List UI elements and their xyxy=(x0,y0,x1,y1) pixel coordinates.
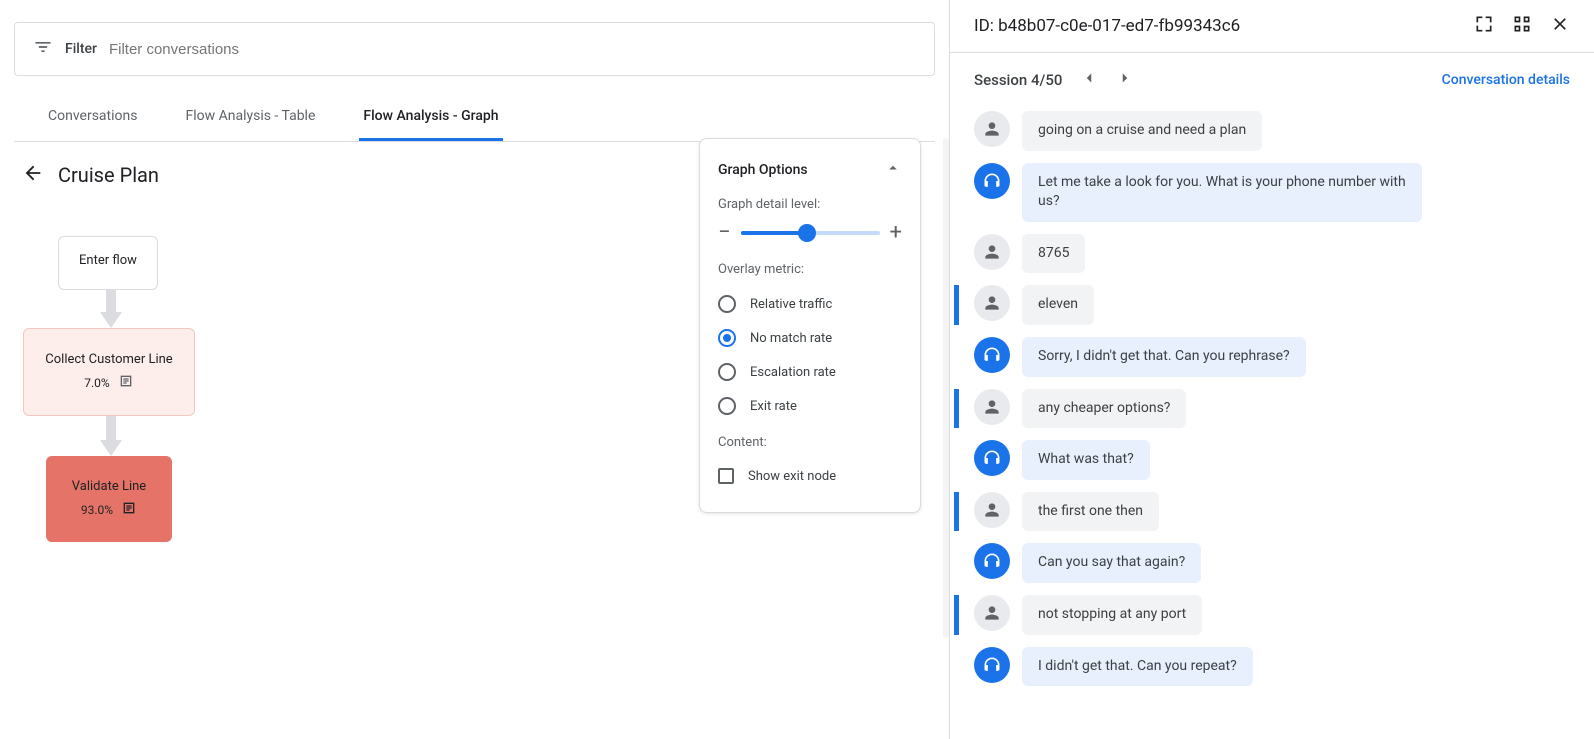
message-row[interactable]: What was that? xyxy=(950,434,1570,486)
flow-title: Cruise Plan xyxy=(58,163,159,187)
close-icon[interactable] xyxy=(1550,14,1570,38)
node-validate-line[interactable]: Validate Line 93.0% xyxy=(46,456,172,542)
user-avatar-icon xyxy=(974,111,1010,147)
back-arrow-icon[interactable] xyxy=(22,162,44,188)
zoom-in-button[interactable]: + xyxy=(890,222,902,244)
session-label: Session 4/50 xyxy=(974,71,1062,89)
radio-icon xyxy=(718,397,736,415)
message-bubble: Can you say that again? xyxy=(1022,543,1201,583)
user-avatar-icon xyxy=(974,285,1010,321)
user-avatar-icon xyxy=(974,492,1010,528)
graph-options-title: Graph Options xyxy=(718,162,808,178)
radio-label: Relative traffic xyxy=(750,297,832,312)
message-bubble: 8765 xyxy=(1022,234,1085,274)
node-meta: 7.0% xyxy=(84,373,133,393)
collapse-icon[interactable] xyxy=(1512,14,1532,38)
session-bar: Session 4/50 Conversation details xyxy=(950,53,1594,101)
radio-icon xyxy=(718,295,736,313)
tab-conversations[interactable]: Conversations xyxy=(44,94,141,141)
message-bubble: any cheaper options? xyxy=(1022,389,1186,429)
node-percent: 7.0% xyxy=(84,376,109,390)
node-label: Validate Line xyxy=(72,479,146,494)
message-bubble: the first one then xyxy=(1022,492,1159,532)
agent-avatar-icon xyxy=(974,647,1010,683)
message-bubble: going on a cruise and need a plan xyxy=(1022,111,1262,151)
conversation-id: ID: b48b07-c0e-017-ed7-fb99343c6 xyxy=(974,16,1240,36)
radio-escalation-rate[interactable]: Escalation rate xyxy=(718,355,902,389)
node-collect-customer-line[interactable]: Collect Customer Line 7.0% xyxy=(23,328,195,416)
agent-avatar-icon xyxy=(974,440,1010,476)
filter-bar: Filter xyxy=(14,22,935,76)
document-icon xyxy=(118,373,134,393)
agent-avatar-icon xyxy=(974,337,1010,373)
conversation-details-link[interactable]: Conversation details xyxy=(1442,72,1570,88)
user-avatar-icon xyxy=(974,389,1010,425)
message-row[interactable]: going on a cruise and need a plan xyxy=(950,105,1570,157)
chevron-up-icon[interactable] xyxy=(884,159,902,181)
message-bubble: not stopping at any port xyxy=(1022,595,1202,635)
radio-label: Escalation rate xyxy=(750,365,836,380)
node-label: Enter flow xyxy=(79,253,137,268)
flow-arrow-icon xyxy=(100,416,122,456)
radio-label: Exit rate xyxy=(750,399,797,414)
message-row[interactable]: Let me take a look for you. What is your… xyxy=(950,157,1570,228)
tabs: Conversations Flow Analysis - Table Flow… xyxy=(14,94,935,142)
radio-label: No match rate xyxy=(750,331,832,346)
scrollbar[interactable] xyxy=(941,138,949,688)
filter-icon xyxy=(33,37,53,61)
detail-slider-row: − + xyxy=(718,222,902,244)
checkbox-icon xyxy=(718,468,734,484)
zoom-out-button[interactable]: − xyxy=(718,222,731,244)
radio-relative-traffic[interactable]: Relative traffic xyxy=(718,287,902,321)
graph-options-panel: Graph Options Graph detail level: − + Ov… xyxy=(699,138,921,513)
content-label: Content: xyxy=(718,435,902,450)
message-row[interactable]: any cheaper options? xyxy=(950,383,1570,435)
message-row[interactable]: the first one then xyxy=(950,486,1570,538)
message-row[interactable]: Can you say that again? xyxy=(950,537,1570,589)
message-bubble: Let me take a look for you. What is your… xyxy=(1022,163,1422,222)
message-bubble: I didn't get that. Can you repeat? xyxy=(1022,647,1253,687)
conversation-panel: ID: b48b07-c0e-017-ed7-fb99343c6 Session… xyxy=(950,0,1594,739)
detail-slider[interactable] xyxy=(741,231,880,235)
filter-input[interactable] xyxy=(109,41,916,58)
message-bubble: Sorry, I didn't get that. Can you rephra… xyxy=(1022,337,1306,377)
agent-avatar-icon xyxy=(974,543,1010,579)
message-bubble: eleven xyxy=(1022,285,1094,325)
node-meta: 93.0% xyxy=(81,500,137,520)
user-avatar-icon xyxy=(974,595,1010,631)
message-row[interactable]: not stopping at any port xyxy=(950,589,1570,641)
overlay-metric-label: Overlay metric: xyxy=(718,262,902,277)
user-avatar-icon xyxy=(974,234,1010,270)
radio-no-match-rate[interactable]: No match rate xyxy=(718,321,902,355)
message-row[interactable]: eleven xyxy=(950,279,1570,331)
message-row[interactable]: Sorry, I didn't get that. Can you rephra… xyxy=(950,331,1570,383)
tab-flow-graph[interactable]: Flow Analysis - Graph xyxy=(359,94,502,141)
node-enter-flow[interactable]: Enter flow xyxy=(58,236,158,290)
slider-thumb[interactable] xyxy=(798,224,816,242)
document-icon xyxy=(121,500,137,520)
detail-level-label: Graph detail level: xyxy=(718,197,902,212)
expand-icon[interactable] xyxy=(1474,14,1494,38)
checkbox-show-exit-node[interactable]: Show exit node xyxy=(718,460,902,492)
flow-arrow-icon xyxy=(100,290,122,328)
tab-flow-table[interactable]: Flow Analysis - Table xyxy=(181,94,319,141)
filter-label: Filter xyxy=(65,41,97,57)
agent-avatar-icon xyxy=(974,163,1010,199)
overlay-metric-group: Relative traffic No match rate Escalatio… xyxy=(718,287,902,423)
message-bubble: What was that? xyxy=(1022,440,1150,480)
node-label: Collect Customer Line xyxy=(45,352,172,367)
prev-session-button[interactable] xyxy=(1080,69,1098,91)
message-row[interactable]: 8765 xyxy=(950,228,1570,280)
message-row[interactable]: I didn't get that. Can you repeat? xyxy=(950,641,1570,693)
radio-icon xyxy=(718,363,736,381)
conversation-header: ID: b48b07-c0e-017-ed7-fb99343c6 xyxy=(950,0,1594,53)
next-session-button[interactable] xyxy=(1116,69,1134,91)
radio-exit-rate[interactable]: Exit rate xyxy=(718,389,902,423)
node-percent: 93.0% xyxy=(81,503,113,517)
analysis-panel: Filter Conversations Flow Analysis - Tab… xyxy=(0,0,950,739)
checkbox-label: Show exit node xyxy=(748,469,836,484)
radio-icon xyxy=(718,329,736,347)
message-list[interactable]: going on a cruise and need a plan Let me … xyxy=(950,101,1594,739)
